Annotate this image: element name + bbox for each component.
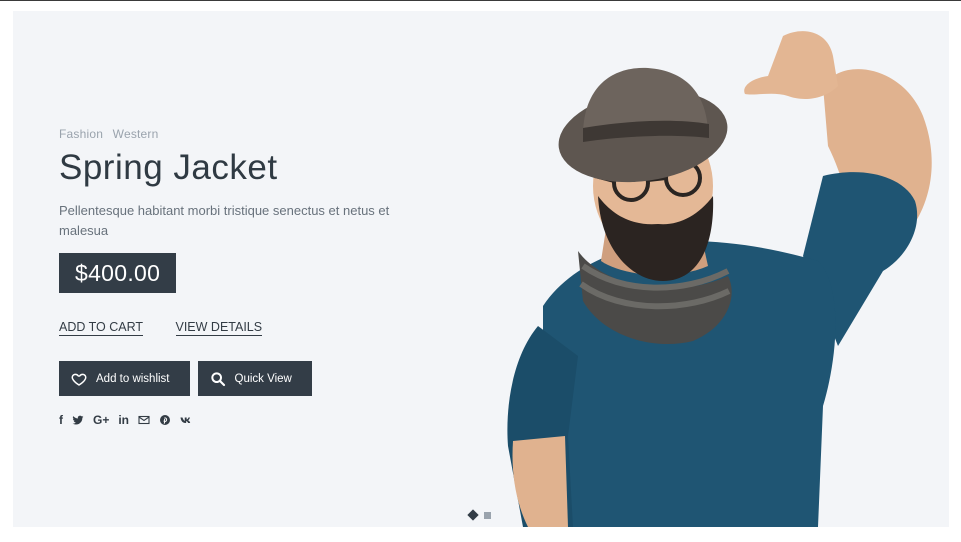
slide-content: Fashion Western Spring Jacket Pellentesq… [59, 127, 459, 427]
heart-icon [71, 371, 87, 387]
wishlist-label: Add to wishlist [96, 372, 170, 385]
vk-icon[interactable] [180, 414, 192, 426]
add-to-cart-link[interactable]: ADD TO CART [59, 319, 144, 336]
slider-pagination [467, 509, 491, 521]
tag-fashion[interactable]: Fashion [59, 127, 103, 141]
search-icon [210, 371, 226, 387]
facebook-icon[interactable]: f [59, 413, 63, 427]
pagination-dot[interactable] [484, 511, 491, 519]
category-tags: Fashion Western [59, 127, 459, 143]
action-links: ADD TO CART VIEW DETAILS [59, 318, 459, 338]
product-title: Spring Jacket [59, 148, 278, 187]
tag-western[interactable]: Western [113, 127, 159, 141]
email-icon[interactable] [138, 414, 150, 426]
social-share: f G+ in [59, 413, 459, 427]
view-details-link[interactable]: VIEW DETAILS [175, 319, 263, 336]
product-description: Pellentesque habitant morbi tristique se… [59, 203, 390, 238]
twitter-icon[interactable] [72, 414, 84, 426]
linkedin-icon[interactable]: in [118, 413, 129, 427]
add-to-wishlist-button[interactable]: Add to wishlist [59, 361, 190, 396]
google-plus-icon[interactable]: G+ [93, 413, 109, 427]
product-photo [507, 31, 932, 527]
pagination-dot-active[interactable] [467, 509, 479, 521]
quick-view-label: Quick View [234, 372, 292, 385]
pinterest-icon[interactable] [159, 414, 171, 426]
hero-slide: Fashion Western Spring Jacket Pellentesq… [13, 11, 949, 527]
price-badge: $400.00 [59, 253, 177, 293]
top-border [0, 0, 961, 1]
quick-view-button[interactable]: Quick View [197, 361, 312, 396]
action-buttons: Add to wishlist Quick View [59, 361, 459, 396]
